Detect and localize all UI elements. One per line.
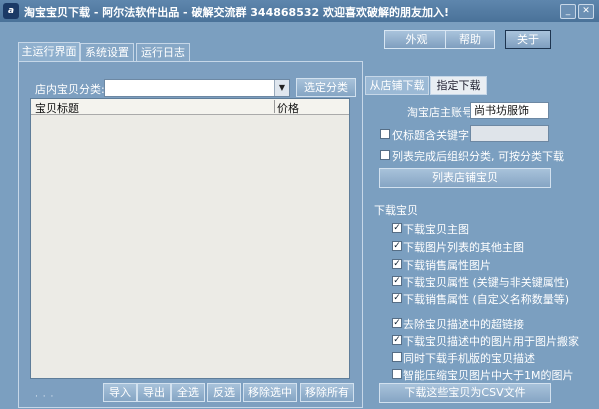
- window-title: 淘宝宝贝下载 - 阿尔法软件出品 - 破解交流群 344868532 欢迎喜欢破…: [24, 6, 450, 19]
- option-checkbox[interactable]: ✓: [392, 259, 402, 269]
- option-checkbox[interactable]: ✓: [392, 276, 402, 286]
- category-download-label: 列表完成后组织分类, 可按分类下载: [392, 150, 564, 163]
- list-header: 宝贝标题 价格: [31, 99, 349, 115]
- shop-owner-input[interactable]: 尚书坊服饰: [470, 102, 549, 119]
- option-checkbox[interactable]: ✓: [392, 223, 402, 233]
- option-label: 智能压缩宝贝图片中大于1M的图片: [403, 369, 574, 382]
- help-button[interactable]: 帮助: [445, 30, 495, 49]
- about-button[interactable]: 关于: [505, 30, 551, 49]
- tab-download-from-shop[interactable]: 从店铺下载: [365, 76, 429, 95]
- category-select[interactable]: ▼: [104, 79, 290, 97]
- invert-selection-button[interactable]: 反选: [207, 383, 241, 402]
- tab-log[interactable]: 运行日志: [136, 43, 190, 62]
- tab-specified-download[interactable]: 指定下载: [430, 76, 487, 95]
- option-checkbox[interactable]: ✓: [392, 293, 402, 303]
- tab-main[interactable]: 主运行界面: [18, 42, 80, 62]
- chevron-down-icon[interactable]: ▼: [274, 80, 289, 96]
- app-logo-icon: a: [3, 3, 19, 19]
- keyword-only-label: 仅标题含关键字: [392, 129, 469, 142]
- column-divider[interactable]: [274, 100, 275, 113]
- item-list[interactable]: 宝贝标题 价格: [30, 98, 350, 379]
- title-bar: a 淘宝宝贝下载 - 阿尔法软件出品 - 破解交流群 344868532 欢迎喜…: [0, 0, 599, 22]
- option-label: 去除宝贝描述中的超链接: [403, 318, 524, 331]
- close-icon[interactable]: ✕: [578, 4, 594, 19]
- keyword-input[interactable]: [470, 125, 549, 142]
- option-label: 下载宝贝描述中的图片用于图片搬家: [403, 335, 579, 348]
- select-category-button[interactable]: 选定分类: [296, 78, 356, 97]
- option-label: 同时下载手机版的宝贝描述: [403, 352, 535, 365]
- category-download-checkbox[interactable]: [380, 150, 390, 160]
- remove-all-button[interactable]: 移除所有: [300, 383, 354, 402]
- column-price[interactable]: 价格: [277, 100, 299, 116]
- appearance-button[interactable]: 外观: [384, 30, 449, 49]
- category-label: 店内宝贝分类:: [35, 83, 105, 96]
- option-label: 下载销售属性 (自定义名称数量等): [403, 293, 570, 306]
- keyword-only-checkbox[interactable]: [380, 129, 390, 139]
- option-checkbox[interactable]: ✓: [392, 318, 402, 328]
- export-button[interactable]: 导出: [137, 383, 171, 402]
- list-shop-items-button[interactable]: 列表店铺宝贝: [379, 168, 551, 188]
- remove-selected-button[interactable]: 移除选中: [243, 383, 297, 402]
- status-dots: · · ·: [35, 392, 55, 402]
- main-window: a 淘宝宝贝下载 - 阿尔法软件出品 - 破解交流群 344868532 欢迎喜…: [0, 0, 599, 409]
- option-checkbox[interactable]: [392, 369, 402, 379]
- import-button[interactable]: 导入: [103, 383, 137, 402]
- column-title[interactable]: 宝贝标题: [35, 100, 79, 116]
- shop-owner-label: 淘宝店主账号: [407, 106, 473, 119]
- minimize-icon[interactable]: _: [560, 4, 576, 19]
- option-checkbox[interactable]: ✓: [392, 241, 402, 251]
- tab-settings[interactable]: 系统设置: [80, 43, 134, 62]
- option-label: 下载宝贝属性 (关键与非关键属性): [403, 276, 570, 289]
- download-csv-button[interactable]: 下载这些宝贝为CSV文件: [379, 383, 551, 403]
- option-checkbox[interactable]: ✓: [392, 335, 402, 345]
- option-label: 下载销售属性图片: [403, 259, 491, 272]
- select-all-button[interactable]: 全选: [171, 383, 205, 402]
- option-checkbox[interactable]: [392, 352, 402, 362]
- download-group-title: 下载宝贝: [374, 204, 418, 217]
- option-label: 下载宝贝主图: [403, 223, 469, 236]
- option-label: 下载图片列表的其他主图: [403, 241, 524, 254]
